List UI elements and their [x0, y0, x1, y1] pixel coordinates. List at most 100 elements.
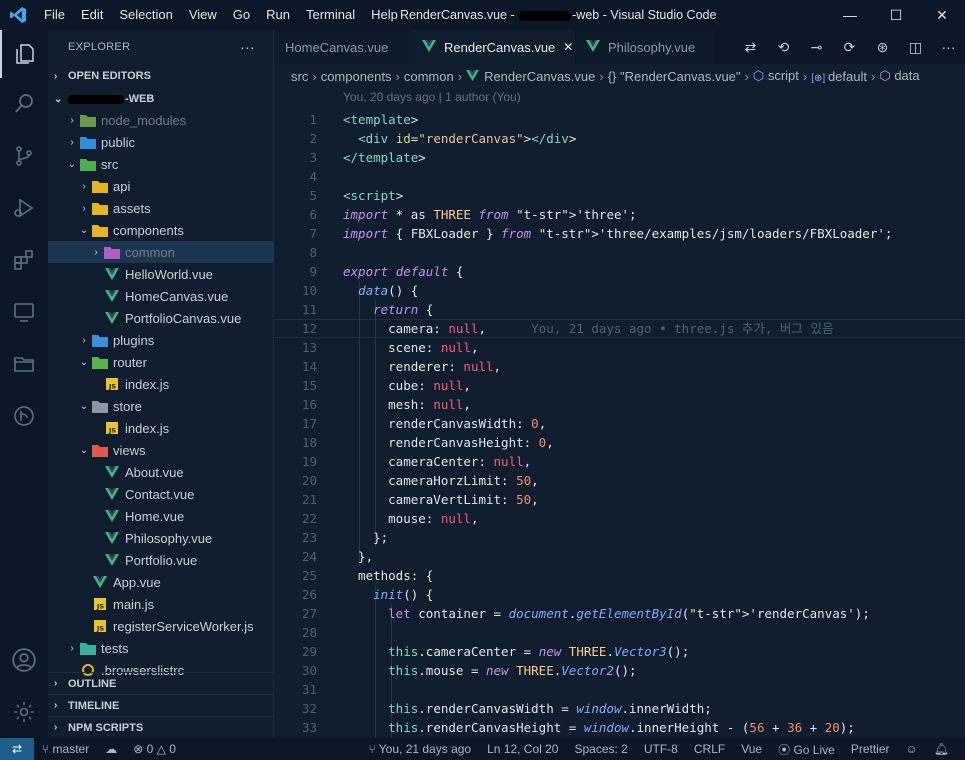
- branch-status[interactable]: ⑂ master: [34, 742, 97, 756]
- npm-scripts-section[interactable]: › NPM SCRIPTS: [48, 716, 274, 738]
- tree-item[interactable]: Home.vue: [48, 505, 274, 527]
- breadcrumb-label: {} "RenderCanvas.vue": [607, 68, 741, 84]
- tree-item[interactable]: ⌄ src: [48, 153, 274, 175]
- folder-icon[interactable]: [0, 340, 48, 388]
- vue-file-icon: [104, 531, 120, 545]
- tree-item[interactable]: ⌄ views: [48, 439, 274, 461]
- tree-item[interactable]: About.vue: [48, 461, 274, 483]
- tree-item[interactable]: › public: [48, 131, 274, 153]
- tree-item[interactable]: PortfolioCanvas.vue: [48, 307, 274, 329]
- problems-status[interactable]: ⊗ 0 △ 0: [125, 742, 184, 756]
- git-lens-icon[interactable]: ⊛: [866, 39, 899, 56]
- remote-explorer-icon[interactable]: [0, 288, 48, 336]
- timeline-section[interactable]: › TIMELINE: [48, 694, 274, 716]
- menu-item-terminal[interactable]: Terminal: [298, 0, 363, 30]
- workspace-root[interactable]: ⌄ -WEB: [48, 88, 273, 110]
- search-icon[interactable]: [0, 80, 48, 128]
- git-graph-icon[interactable]: [0, 392, 48, 440]
- sync-icon[interactable]: ☁: [97, 742, 125, 756]
- tree-item[interactable]: ⌄ store: [48, 395, 274, 417]
- go-live-button[interactable]: ⦿ Go Live: [770, 741, 843, 758]
- language-mode[interactable]: Vue: [733, 742, 770, 756]
- run-debug-icon[interactable]: [0, 184, 48, 232]
- remote-indicator-icon[interactable]: ⇄: [0, 738, 34, 760]
- eol-status[interactable]: CRLF: [686, 742, 733, 756]
- tree-item[interactable]: › assets: [48, 197, 274, 219]
- cursor-position[interactable]: Ln 12, Col 20: [479, 742, 566, 756]
- chevron-down-icon: ⌄: [79, 356, 89, 368]
- tab-philosophy[interactable]: Philosophy.vue: [576, 30, 715, 64]
- encoding-status[interactable]: UTF-8: [636, 742, 686, 756]
- line-number: 27: [301, 606, 317, 621]
- file-tree: › node_modules › public ⌄ src › api › assets ⌄ comp…: [48, 109, 274, 679]
- svg-text:JS: JS: [108, 427, 116, 435]
- tree-item[interactable]: App.vue: [48, 571, 274, 593]
- blame-status[interactable]: ⑂ You, 21 days ago: [360, 742, 479, 756]
- breadcrumb-item[interactable]: RenderCanvas.vue: [466, 69, 595, 84]
- tree-item[interactable]: Portfolio.vue: [48, 549, 274, 571]
- breadcrumb-item[interactable]: ⬡ script: [753, 68, 799, 84]
- next-change-icon[interactable]: ⟳: [833, 39, 866, 56]
- menu-item-go[interactable]: Go: [225, 0, 258, 30]
- breadcrumb-item[interactable]: [⊕] default: [811, 69, 867, 84]
- more-actions-button[interactable]: ···: [240, 39, 255, 55]
- commit-icon[interactable]: ⊸: [800, 39, 833, 56]
- menu-item-run[interactable]: Run: [258, 0, 298, 30]
- open-changes-icon[interactable]: ⇄: [734, 39, 767, 56]
- line-number: 21: [301, 492, 317, 507]
- close-window-button[interactable]: ✕: [919, 0, 965, 30]
- tree-item[interactable]: JS main.js: [48, 593, 274, 615]
- feedback-icon[interactable]: ☺: [898, 742, 926, 756]
- indentation-status[interactable]: Spaces: 2: [566, 742, 635, 756]
- outline-section[interactable]: › OUTLINE: [48, 672, 274, 694]
- tree-item[interactable]: JS registerServiceWorker.js: [48, 615, 274, 637]
- breadcrumb-item[interactable]: common: [404, 69, 454, 84]
- breadcrumb-label: default: [827, 68, 867, 84]
- tree-item[interactable]: JS index.js: [48, 373, 274, 395]
- code-line: camera: null, You, 21 days ago • three.j…: [343, 321, 834, 336]
- tree-item[interactable]: › tests: [48, 637, 274, 659]
- breadcrumb-item[interactable]: {} "RenderCanvas.vue": [608, 69, 741, 84]
- source-control-icon[interactable]: [0, 132, 48, 180]
- breadcrumb-item[interactable]: src: [291, 69, 308, 84]
- tab-rendercanvas[interactable]: RenderCanvas.vue ✕: [412, 30, 576, 64]
- close-tab-icon[interactable]: ✕: [563, 40, 573, 54]
- explorer-icon[interactable]: [0, 30, 48, 78]
- tree-item[interactable]: › node_modules: [48, 109, 274, 131]
- line-number: 31: [301, 682, 317, 697]
- minimize-button[interactable]: —: [827, 0, 873, 30]
- breadcrumb-item[interactable]: components: [321, 69, 392, 84]
- tree-item[interactable]: HelloWorld.vue: [48, 263, 274, 285]
- breadcrumb-label: data: [894, 68, 920, 83]
- tree-item[interactable]: › api: [48, 175, 274, 197]
- breadcrumb-item[interactable]: ⬡ data: [879, 68, 919, 84]
- code-editor[interactable]: 1 <template> 2 <div id="renderCanvas"></di…: [275, 106, 965, 738]
- tree-item[interactable]: JS index.js: [48, 417, 274, 439]
- tree-item[interactable]: Philosophy.vue: [48, 527, 274, 549]
- tree-item[interactable]: › plugins: [48, 329, 274, 351]
- codelens-blame[interactable]: You, 20 days ago | 1 author (You): [343, 90, 521, 104]
- tree-item[interactable]: ⌄ router: [48, 351, 274, 373]
- extensions-icon[interactable]: [0, 236, 48, 284]
- notifications-bell-icon[interactable]: 🔔︎: [926, 742, 957, 756]
- more-icon[interactable]: ···: [932, 39, 965, 55]
- previous-change-icon[interactable]: ⟲: [767, 39, 800, 56]
- tree-item[interactable]: HomeCanvas.vue: [48, 285, 274, 307]
- menu-item-file[interactable]: File: [36, 0, 73, 30]
- menu-item-view[interactable]: View: [181, 0, 225, 30]
- prettier-status[interactable]: Prettier: [843, 742, 898, 756]
- split-editor-icon[interactable]: ◫: [899, 39, 932, 56]
- account-icon[interactable]: [0, 636, 48, 684]
- menu-item-edit[interactable]: Edit: [73, 0, 111, 30]
- tab-homecanvas[interactable]: HomeCanvas.vue: [275, 30, 412, 64]
- code-line: <div id="renderCanvas"></div>: [358, 131, 577, 146]
- tree-item[interactable]: ⌄ components: [48, 219, 274, 241]
- tree-item-label: main.js: [113, 596, 155, 612]
- settings-gear-icon[interactable]: [0, 688, 48, 736]
- menu-item-selection[interactable]: Selection: [111, 0, 180, 30]
- chevron-right-icon: ›: [599, 68, 604, 84]
- maximize-button[interactable]: ☐: [873, 0, 919, 30]
- open-editors-section[interactable]: › OPEN EDITORS: [48, 65, 273, 87]
- tree-item[interactable]: › common: [48, 241, 274, 263]
- tree-item[interactable]: Contact.vue: [48, 483, 274, 505]
